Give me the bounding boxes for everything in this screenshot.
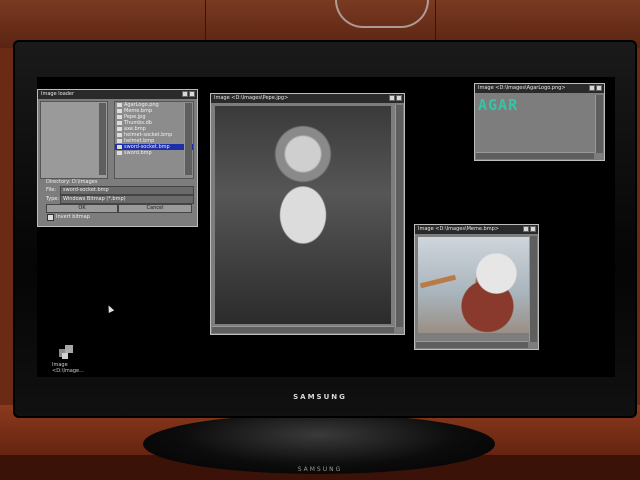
invert-bitmap-label: Invert bitmap xyxy=(56,214,90,220)
file-icon xyxy=(117,145,122,149)
window-controls xyxy=(589,85,602,91)
invert-bitmap-checkbox[interactable] xyxy=(47,214,54,221)
pepe-horizontal-scrollbar[interactable] xyxy=(212,326,394,333)
agar-horizontal-scrollbar[interactable] xyxy=(476,152,594,159)
file-icon xyxy=(117,133,122,137)
file-name: sword.bmp xyxy=(124,150,152,156)
image-window-icon[interactable] xyxy=(57,343,77,361)
close-icon[interactable] xyxy=(530,226,536,232)
file-name-input[interactable]: sword-socket.bmp xyxy=(60,186,194,195)
cable xyxy=(335,0,429,28)
image-window-pepe: Image <D:\Images\Pepe.jpg> xyxy=(210,93,405,335)
file-icon xyxy=(117,121,122,125)
tv-stand xyxy=(143,414,495,474)
pepe-vertical-scrollbar[interactable] xyxy=(395,105,403,327)
window-controls xyxy=(182,91,195,97)
minimize-icon[interactable] xyxy=(182,91,188,97)
file-list[interactable]: AgarLogo.png Meme.bmp Pepe.jpg Thumbs.db… xyxy=(114,101,194,179)
file-icon xyxy=(117,127,122,131)
meme-photo xyxy=(418,237,530,333)
image-loader-window: Image loader AgarLogo.png Meme.bmp Pepe.… xyxy=(37,89,198,227)
image-loader-titlebar[interactable]: Image loader xyxy=(38,90,197,99)
screen: Image loader AgarLogo.png Meme.bmp Pepe.… xyxy=(37,77,615,377)
meme-titlebar[interactable]: Image <D:\Images\Meme.bmp> xyxy=(415,225,538,234)
close-icon[interactable] xyxy=(396,95,402,101)
iconified-window-label[interactable]: Image <D:\Image... xyxy=(52,362,84,374)
file-icon xyxy=(117,115,122,119)
image-window-meme: Image <D:\Images\Meme.bmp> xyxy=(414,224,539,350)
file-list-scrollbar[interactable] xyxy=(184,103,192,175)
pepe-photo xyxy=(215,106,391,324)
file-type-select[interactable]: Windows Bitmap (*.bmp) xyxy=(60,195,194,204)
meme-vertical-scrollbar[interactable] xyxy=(529,236,537,342)
type-label: Type: xyxy=(46,196,60,202)
ok-button[interactable]: OK xyxy=(46,204,118,213)
tv-brand-logo: SAMSUNG xyxy=(293,393,347,401)
stand-brand: SAMSUNG xyxy=(297,466,343,473)
file-item[interactable]: sword.bmp xyxy=(115,150,193,156)
pepe-title: Image <D:\Images\Pepe.jpg> xyxy=(214,95,289,101)
close-icon[interactable] xyxy=(189,91,195,97)
directory-tree[interactable] xyxy=(40,101,108,179)
pepe-titlebar[interactable]: Image <D:\Images\Pepe.jpg> xyxy=(211,94,404,103)
cigar-shape xyxy=(419,274,457,289)
window-controls xyxy=(523,226,536,232)
minimize-icon[interactable] xyxy=(389,95,395,101)
file-icon xyxy=(117,103,122,107)
minimize-icon[interactable] xyxy=(589,85,595,91)
cancel-button[interactable]: Cancel xyxy=(118,204,192,213)
meme-horizontal-scrollbar[interactable] xyxy=(416,341,528,348)
image-loader-title: Image loader xyxy=(41,91,75,97)
agar-titlebar[interactable]: Image <D:\Images\AgarLogo.png> xyxy=(475,84,604,93)
agar-logo-text: AGAR xyxy=(478,96,519,114)
image-window-agarlogo: Image <D:\Images\AgarLogo.png> AGAR xyxy=(474,83,605,161)
agar-title: Image <D:\Images\AgarLogo.png> xyxy=(478,85,566,91)
file-icon xyxy=(117,109,122,113)
close-icon[interactable] xyxy=(596,85,602,91)
directory-scrollbar[interactable] xyxy=(98,103,106,175)
agar-vertical-scrollbar[interactable] xyxy=(595,95,603,153)
minimize-icon[interactable] xyxy=(523,226,529,232)
window-controls xyxy=(389,95,402,101)
file-label: File: xyxy=(46,187,57,193)
meme-title: Image <D:\Images\Meme.bmp> xyxy=(418,226,499,232)
directory-label: Directory: D:\Images xyxy=(46,179,98,185)
file-icon xyxy=(117,139,122,143)
file-icon xyxy=(117,151,122,155)
